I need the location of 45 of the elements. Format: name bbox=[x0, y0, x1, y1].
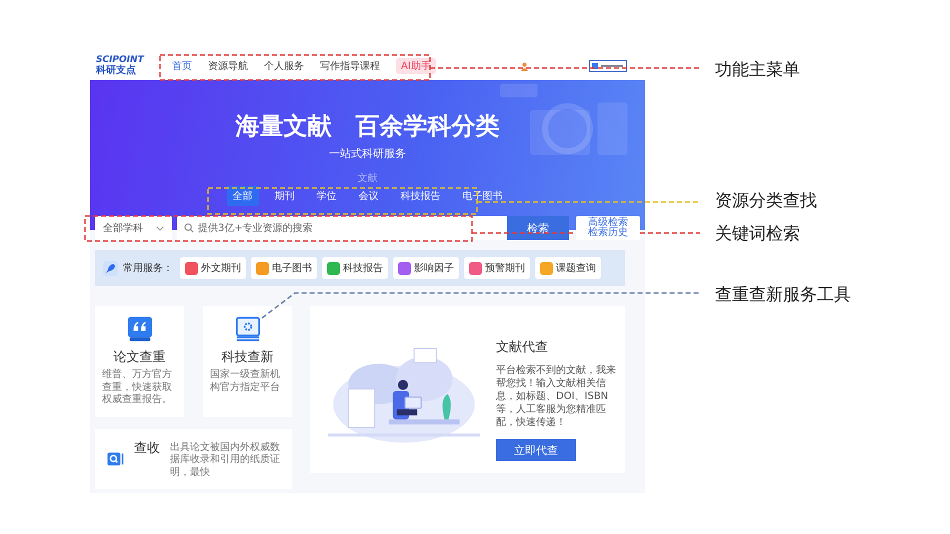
request-button[interactable]: 立即代查 bbox=[496, 439, 576, 461]
tool-description: 国家一级查新机构官方指定平台 bbox=[210, 369, 281, 394]
service-button[interactable]: 电子图书 bbox=[251, 257, 317, 279]
service-button[interactable]: 预警期刊 bbox=[464, 257, 530, 279]
category-tab[interactable]: 科技报告 bbox=[394, 186, 446, 206]
advanced-search-link[interactable]: 检索历史 bbox=[588, 228, 628, 238]
category-tab[interactable]: 期刊 bbox=[268, 186, 300, 206]
nav-link[interactable]: 个人服务 bbox=[264, 59, 304, 73]
services-label: 常用服务： bbox=[123, 262, 173, 275]
tool-title: 论文查重 bbox=[114, 349, 166, 366]
hero-subtitle: 一站式科研服务 bbox=[328, 146, 407, 161]
annotation-label: 功能主菜单 bbox=[715, 59, 800, 81]
service-button[interactable]: 课题查询 bbox=[535, 257, 601, 279]
advanced-search-link[interactable]: 高级检索 bbox=[588, 218, 628, 228]
logo-wordmark: SCIPOINT bbox=[96, 56, 146, 65]
service-button[interactable]: 外文期刊 bbox=[180, 257, 246, 279]
gear-book-icon bbox=[234, 316, 260, 342]
hero-title: 海量文献 百余学科分类 bbox=[234, 111, 500, 142]
quote-book-icon bbox=[126, 316, 152, 342]
category-tab[interactable]: 会议 bbox=[352, 186, 384, 206]
tool-title: 科技查新 bbox=[222, 349, 274, 366]
tool-description: 维普、万方官方查重，快速获取权威查重报告。 bbox=[102, 369, 173, 406]
tool-title: 查收 bbox=[134, 440, 160, 456]
tool-card[interactable]: 论文查重 维普、万方官方查重，快速获取权威查重报告。 bbox=[95, 306, 184, 416]
tool-card[interactable]: 科技查新 国家一级查新机构官方指定平台 bbox=[203, 306, 292, 416]
proxy-title: 文献代查 bbox=[496, 339, 549, 356]
user-icon[interactable] bbox=[520, 62, 529, 70]
tool-card[interactable]: 查收 出具论文被国内外权威数据库收录和引用的纸质证明，最快 bbox=[95, 428, 292, 489]
category-tab[interactable]: 学位 bbox=[310, 186, 342, 206]
nav-link[interactable]: 写作指导课程 bbox=[320, 59, 380, 73]
annotation-label: 资源分类查找 bbox=[715, 190, 817, 212]
search-field[interactable]: 提供3亿+专业资源的搜索 bbox=[177, 216, 507, 240]
caret-icon bbox=[156, 226, 164, 230]
category-tab[interactable]: 全部 bbox=[226, 186, 258, 206]
service-button[interactable]: 科技报告 bbox=[322, 257, 388, 279]
logo-title: 科研支点 bbox=[96, 66, 137, 76]
annotation-label: 关键词检索 bbox=[715, 223, 800, 245]
nav-link[interactable]: 资源导航 bbox=[208, 59, 248, 73]
nav-link[interactable]: 首页 bbox=[172, 59, 192, 73]
annotation-label: 查重查新服务工具 bbox=[715, 284, 851, 306]
service-button[interactable]: 影响因子 bbox=[393, 257, 459, 279]
category-caption: 文献 bbox=[356, 172, 378, 185]
subject-select[interactable]: 全部学科 bbox=[95, 216, 172, 240]
tool-description: 出具论文被国内外权威数据库收录和引用的纸质证明，最快 bbox=[170, 442, 280, 479]
proxy-description: 平台检索不到的文献，我来帮您找！输入文献相关信息，如标题、DOI、ISBN等，人工客服为您精准匹配，快速传递！ bbox=[496, 364, 617, 429]
